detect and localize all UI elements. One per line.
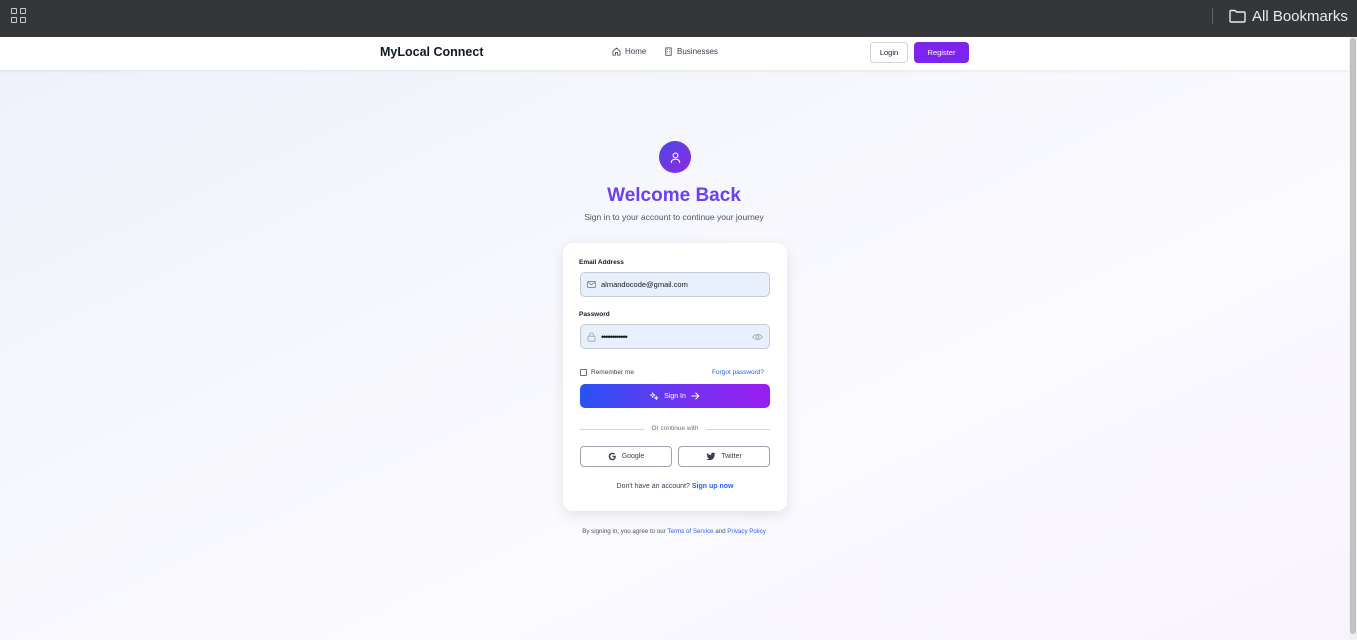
terms-prefix: By signing in, you agree to our	[582, 528, 666, 535]
page-title: Welcome Back	[607, 185, 741, 206]
nav-home-label: Home	[625, 47, 647, 56]
scrollbar-thumb[interactable]	[1350, 38, 1356, 634]
sign-in-label: Sign In	[664, 392, 686, 400]
mail-icon	[587, 280, 596, 289]
google-button[interactable]: Google	[580, 446, 672, 467]
terms-of-service-link[interactable]: Terms of Service	[667, 528, 713, 535]
lock-icon	[587, 332, 596, 342]
sign-in-button[interactable]: Sign In	[580, 384, 770, 408]
nav-businesses-label: Businesses	[677, 47, 718, 56]
apps-grid-icon[interactable]	[11, 8, 27, 24]
all-bookmarks-label: All Bookmarks	[1252, 7, 1348, 25]
twitter-icon	[706, 452, 716, 461]
arrow-right-icon	[691, 392, 700, 400]
password-field[interactable]: ••••••••••••	[580, 324, 770, 349]
sparkle-icon	[650, 391, 659, 400]
user-icon	[670, 151, 680, 163]
page-subtitle: Sign in to your account to continue your…	[584, 212, 764, 222]
google-icon	[608, 452, 616, 461]
bookmarks-separator	[1212, 8, 1213, 24]
folder-icon	[1229, 9, 1246, 23]
email-value: almandocode@gmail.com	[601, 280, 688, 289]
no-account-text: Don't have an account?	[616, 483, 690, 490]
password-label: Password	[579, 311, 610, 318]
terms-and-text: and	[715, 528, 726, 535]
forgot-password-link[interactable]: Forgot password?	[712, 369, 764, 376]
top-navbar: MyLocal Connect Home Businesses Login Re…	[0, 37, 1349, 70]
sign-up-link[interactable]: Sign up now	[692, 483, 734, 490]
nav-businesses-link[interactable]: Businesses	[664, 47, 718, 56]
nav-home-link[interactable]: Home	[612, 47, 646, 56]
login-button[interactable]: Login	[870, 42, 908, 63]
divider-right	[706, 429, 770, 430]
email-field[interactable]: almandocode@gmail.com	[580, 272, 770, 297]
remember-label: Remember me	[591, 369, 634, 376]
page: MyLocal Connect Home Businesses Login Re…	[0, 37, 1349, 640]
terms-notice: By signing in, you agree to our Terms of…	[524, 528, 824, 535]
email-label: Email Address	[579, 259, 624, 266]
divider-left	[580, 429, 644, 430]
login-card: Email Address almandocode@gmail.com Pass…	[563, 243, 787, 511]
bookmarks-bar: All Bookmarks	[0, 0, 1357, 37]
building-icon	[665, 47, 672, 56]
remember-checkbox[interactable]	[580, 369, 587, 376]
user-avatar-badge	[659, 141, 691, 173]
all-bookmarks-button[interactable]: All Bookmarks	[1229, 6, 1348, 26]
password-value: ••••••••••••	[601, 331, 628, 342]
twitter-button[interactable]: Twitter	[678, 446, 770, 467]
brand-logo[interactable]: MyLocal Connect	[380, 45, 484, 59]
remember-me[interactable]: Remember me	[580, 369, 634, 376]
privacy-policy-link[interactable]: Privacy Policy	[727, 528, 766, 535]
twitter-label: Twitter	[721, 453, 742, 460]
register-button[interactable]: Register	[914, 42, 969, 63]
divider-text: Or continue with	[651, 425, 699, 432]
signup-prompt: Don't have an account? Sign up now	[563, 483, 787, 490]
eye-icon[interactable]	[752, 333, 763, 341]
home-icon	[612, 47, 621, 56]
google-label: Google	[621, 453, 645, 460]
